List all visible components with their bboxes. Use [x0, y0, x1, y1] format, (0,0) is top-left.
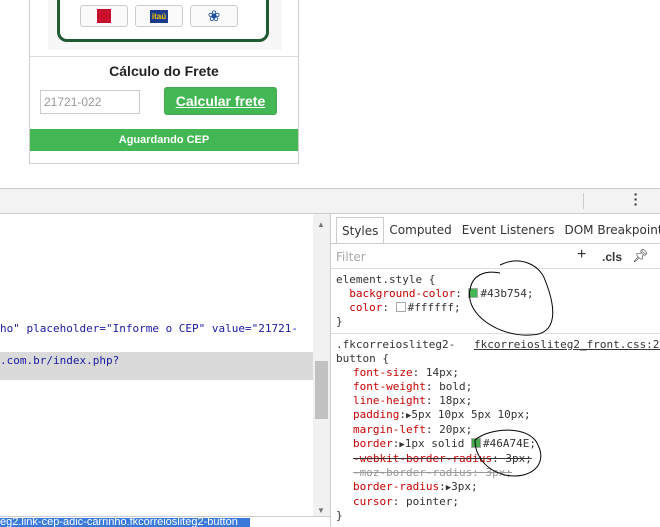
brace: } — [336, 315, 343, 328]
divider — [583, 193, 584, 209]
prop-name[interactable]: padding — [353, 408, 399, 421]
prop-value[interactable]: pointer; — [406, 495, 459, 508]
itau-text: itaú — [149, 9, 169, 23]
annotation-circle — [474, 429, 542, 477]
prop-value[interactable]: 18px; — [439, 394, 472, 407]
calculate-freight-button[interactable]: Calcular frete — [164, 87, 277, 115]
more-options-icon[interactable]: · · · — [633, 187, 639, 211]
divider — [30, 56, 298, 57]
prop-name[interactable]: border — [353, 437, 393, 450]
scrollbar-thumb[interactable] — [315, 361, 328, 419]
prop-name[interactable]: border-radius — [353, 480, 439, 493]
color-swatch[interactable] — [395, 302, 406, 312]
pin-icon[interactable]: 📌︎ — [632, 248, 649, 264]
prop-name[interactable]: margin-left — [353, 423, 426, 436]
scroll-down-icon[interactable]: ▼ — [317, 506, 325, 515]
selector: .fkcorreiosliteg2- button { — [336, 338, 456, 365]
prop-name[interactable]: font-size — [353, 366, 413, 379]
prop-name[interactable]: background-color — [349, 287, 455, 300]
prop-value[interactable]: 20px; — [439, 423, 472, 436]
prop-value[interactable]: 14px; — [426, 366, 459, 379]
tab-dom-breakpoints[interactable]: DOM Breakpoints — [559, 217, 660, 243]
tab-computed[interactable]: Computed — [384, 217, 456, 243]
freight-title: Cálculo do Frete — [109, 63, 219, 79]
tab-styles[interactable]: Styles — [336, 217, 385, 243]
prop-value[interactable]: 1px solid — [405, 437, 465, 450]
prop-value[interactable]: 5px 10px 5px 10px; — [411, 408, 530, 421]
breadcrumb[interactable]: eg2.link-cep-adic-carrinho.fkcorreioslit… — [0, 518, 250, 527]
prop-value[interactable]: #ffffff; — [408, 301, 461, 314]
bradesco-logo — [80, 5, 128, 27]
annotation-circle — [469, 260, 554, 336]
prop-name[interactable]: font-weight — [353, 380, 426, 393]
prop-name[interactable]: line-height — [353, 394, 426, 407]
css-property[interactable]: line-height: 18px; — [336, 394, 536, 408]
button-rule: .fkcorreiosliteg2- button { — [336, 338, 455, 366]
prop-name[interactable]: -moz-border-radius — [353, 466, 472, 479]
status-bar: Aguardando CEP — [30, 129, 298, 151]
prop-name[interactable]: color — [349, 301, 382, 314]
dom-line[interactable]: ho" placeholder="Informe o CEP" value="2… — [0, 322, 298, 335]
css-property[interactable]: border-radius:▶3px; — [336, 480, 536, 495]
css-property[interactable]: font-size: 14px; — [336, 366, 536, 380]
brace: } — [336, 509, 343, 522]
css-property[interactable]: padding:▶5px 10px 5px 10px; — [336, 408, 536, 423]
add-rule-button[interactable]: + — [577, 246, 586, 264]
prop-value[interactable]: bold; — [439, 380, 472, 393]
styles-tabs: Styles Computed Event Listeners DOM Brea… — [331, 217, 660, 244]
prop-name[interactable]: cursor — [353, 495, 393, 508]
tab-event-listeners[interactable]: Event Listeners — [457, 217, 560, 243]
cep-input[interactable] — [40, 90, 140, 114]
banco-do-brasil-logo: ❀ — [190, 5, 238, 27]
scroll-up-icon[interactable]: ▲ — [317, 220, 325, 229]
css-property[interactable]: cursor: pointer; — [336, 495, 536, 509]
devtools-toolbar — [0, 188, 660, 214]
dom-attr-text: ho" placeholder="Informe o CEP" value="2… — [0, 322, 299, 335]
dom-url-text: .com.br/index.php? — [0, 354, 120, 367]
cls-button[interactable]: .cls — [602, 250, 622, 264]
css-property[interactable]: font-weight: bold; — [336, 380, 536, 394]
selector: element.style { — [336, 273, 436, 286]
itau-logo: itaú — [135, 5, 183, 27]
prop-value[interactable]: 3px; — [451, 480, 478, 493]
